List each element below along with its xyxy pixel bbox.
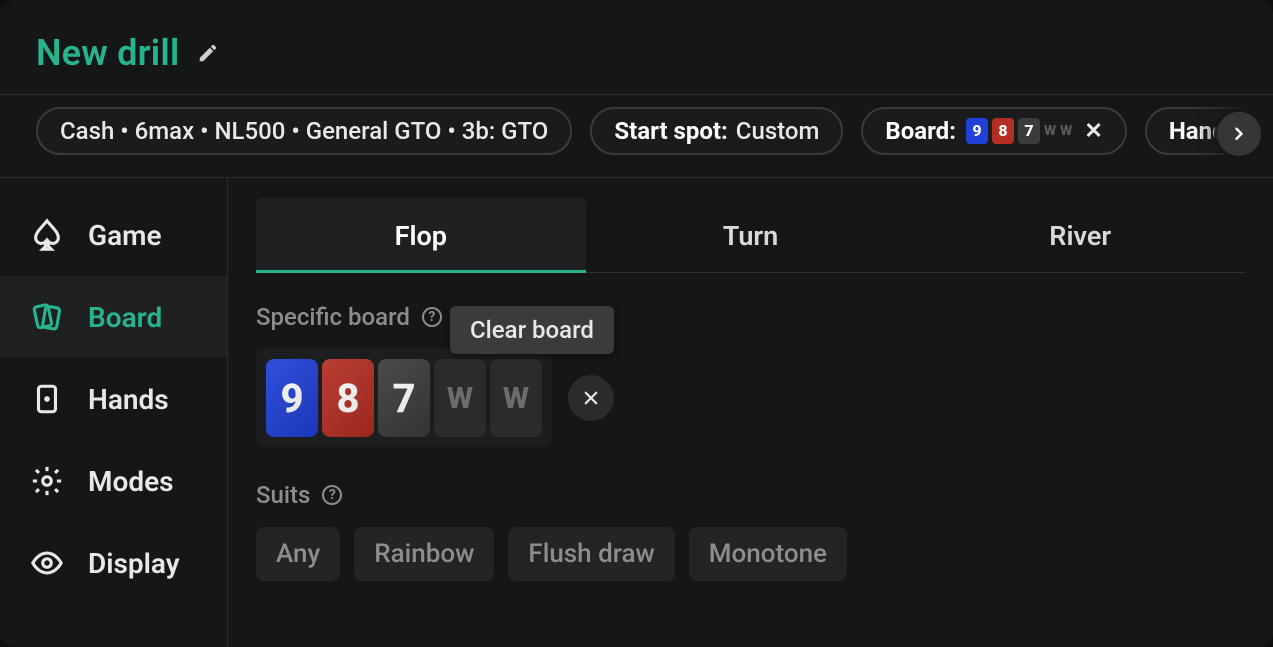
tab-turn[interactable]: Turn (586, 198, 916, 272)
specific-board-heading: Specific board (256, 303, 410, 331)
suit-option-any[interactable]: Any (256, 527, 340, 581)
sidebar-item-label: Display (88, 547, 180, 580)
eye-icon (30, 546, 64, 580)
chip-game-settings[interactable]: Cash • 6max • NL500 • General GTO • 3b: … (36, 107, 572, 155)
card-single-icon (30, 382, 64, 416)
board-card-3[interactable]: 7 (378, 359, 430, 437)
mini-card-9: 9 (966, 118, 988, 144)
sidebar-item-board[interactable]: Board (0, 276, 227, 358)
mini-wild-2: W (1060, 123, 1072, 139)
board-card-2-rank: 8 (336, 375, 359, 422)
sidebar-item-label: Hands (88, 383, 169, 416)
mini-card-8: 8 (992, 118, 1014, 144)
sidebar-item-label: Board (88, 301, 162, 334)
cards-icon (30, 300, 64, 334)
board-card-5-empty[interactable]: W (490, 359, 542, 437)
board-card-1[interactable]: 9 (266, 359, 318, 437)
spade-icon (30, 218, 64, 252)
edit-title-icon[interactable] (197, 42, 219, 64)
tab-flop[interactable]: Flop (256, 198, 586, 272)
chip-board-clear-icon[interactable]: ✕ (1084, 119, 1102, 144)
sidebar-item-display[interactable]: Display (0, 522, 227, 604)
chip-start-spot-value: Custom (736, 117, 820, 145)
sidebar-item-hands[interactable]: Hands (0, 358, 227, 440)
chip-board-label: Board: (885, 117, 956, 145)
help-icon[interactable]: ? (422, 307, 442, 327)
board-card-slots: 9 8 7 W W (256, 349, 552, 447)
street-tabs: Flop Turn River (256, 198, 1245, 273)
clear-board-button[interactable] (568, 375, 614, 421)
suit-option-rainbow[interactable]: Rainbow (354, 527, 494, 581)
board-card-3-rank: 7 (392, 375, 415, 422)
config-chip-strip: Cash • 6max • NL500 • General GTO • 3b: … (0, 94, 1273, 178)
chip-board[interactable]: Board: 9 8 7 W W ✕ (861, 107, 1126, 155)
board-card-4-empty[interactable]: W (434, 359, 486, 437)
board-card-2[interactable]: 8 (322, 359, 374, 437)
chip-scroll-right[interactable] (1217, 112, 1261, 156)
sidebar-item-game[interactable]: Game (0, 194, 227, 276)
suit-option-monotone[interactable]: Monotone (689, 527, 847, 581)
sidebar: Game Board Hands Modes (0, 178, 228, 647)
suit-option-flushdraw[interactable]: Flush draw (508, 527, 674, 581)
sidebar-item-label: Modes (88, 465, 174, 498)
board-card-1-rank: 9 (280, 375, 303, 422)
mini-wild-1: W (1044, 123, 1056, 139)
help-icon[interactable]: ? (322, 485, 342, 505)
chip-start-spot-label: Start spot: (614, 117, 727, 145)
page-title: New drill (36, 32, 179, 74)
chip-game-settings-text: Cash • 6max • NL500 • General GTO • 3b: … (60, 117, 548, 145)
main-panel: Flop Turn River Specific board ? 9 8 7 W… (228, 178, 1273, 647)
tab-river[interactable]: River (915, 198, 1245, 272)
mini-card-7: 7 (1018, 118, 1040, 144)
sidebar-item-label: Game (88, 219, 162, 252)
suits-heading: Suits (256, 481, 310, 509)
sidebar-item-modes[interactable]: Modes (0, 440, 227, 522)
chip-start-spot[interactable]: Start spot: Custom (590, 107, 843, 155)
gear-icon (30, 464, 64, 498)
